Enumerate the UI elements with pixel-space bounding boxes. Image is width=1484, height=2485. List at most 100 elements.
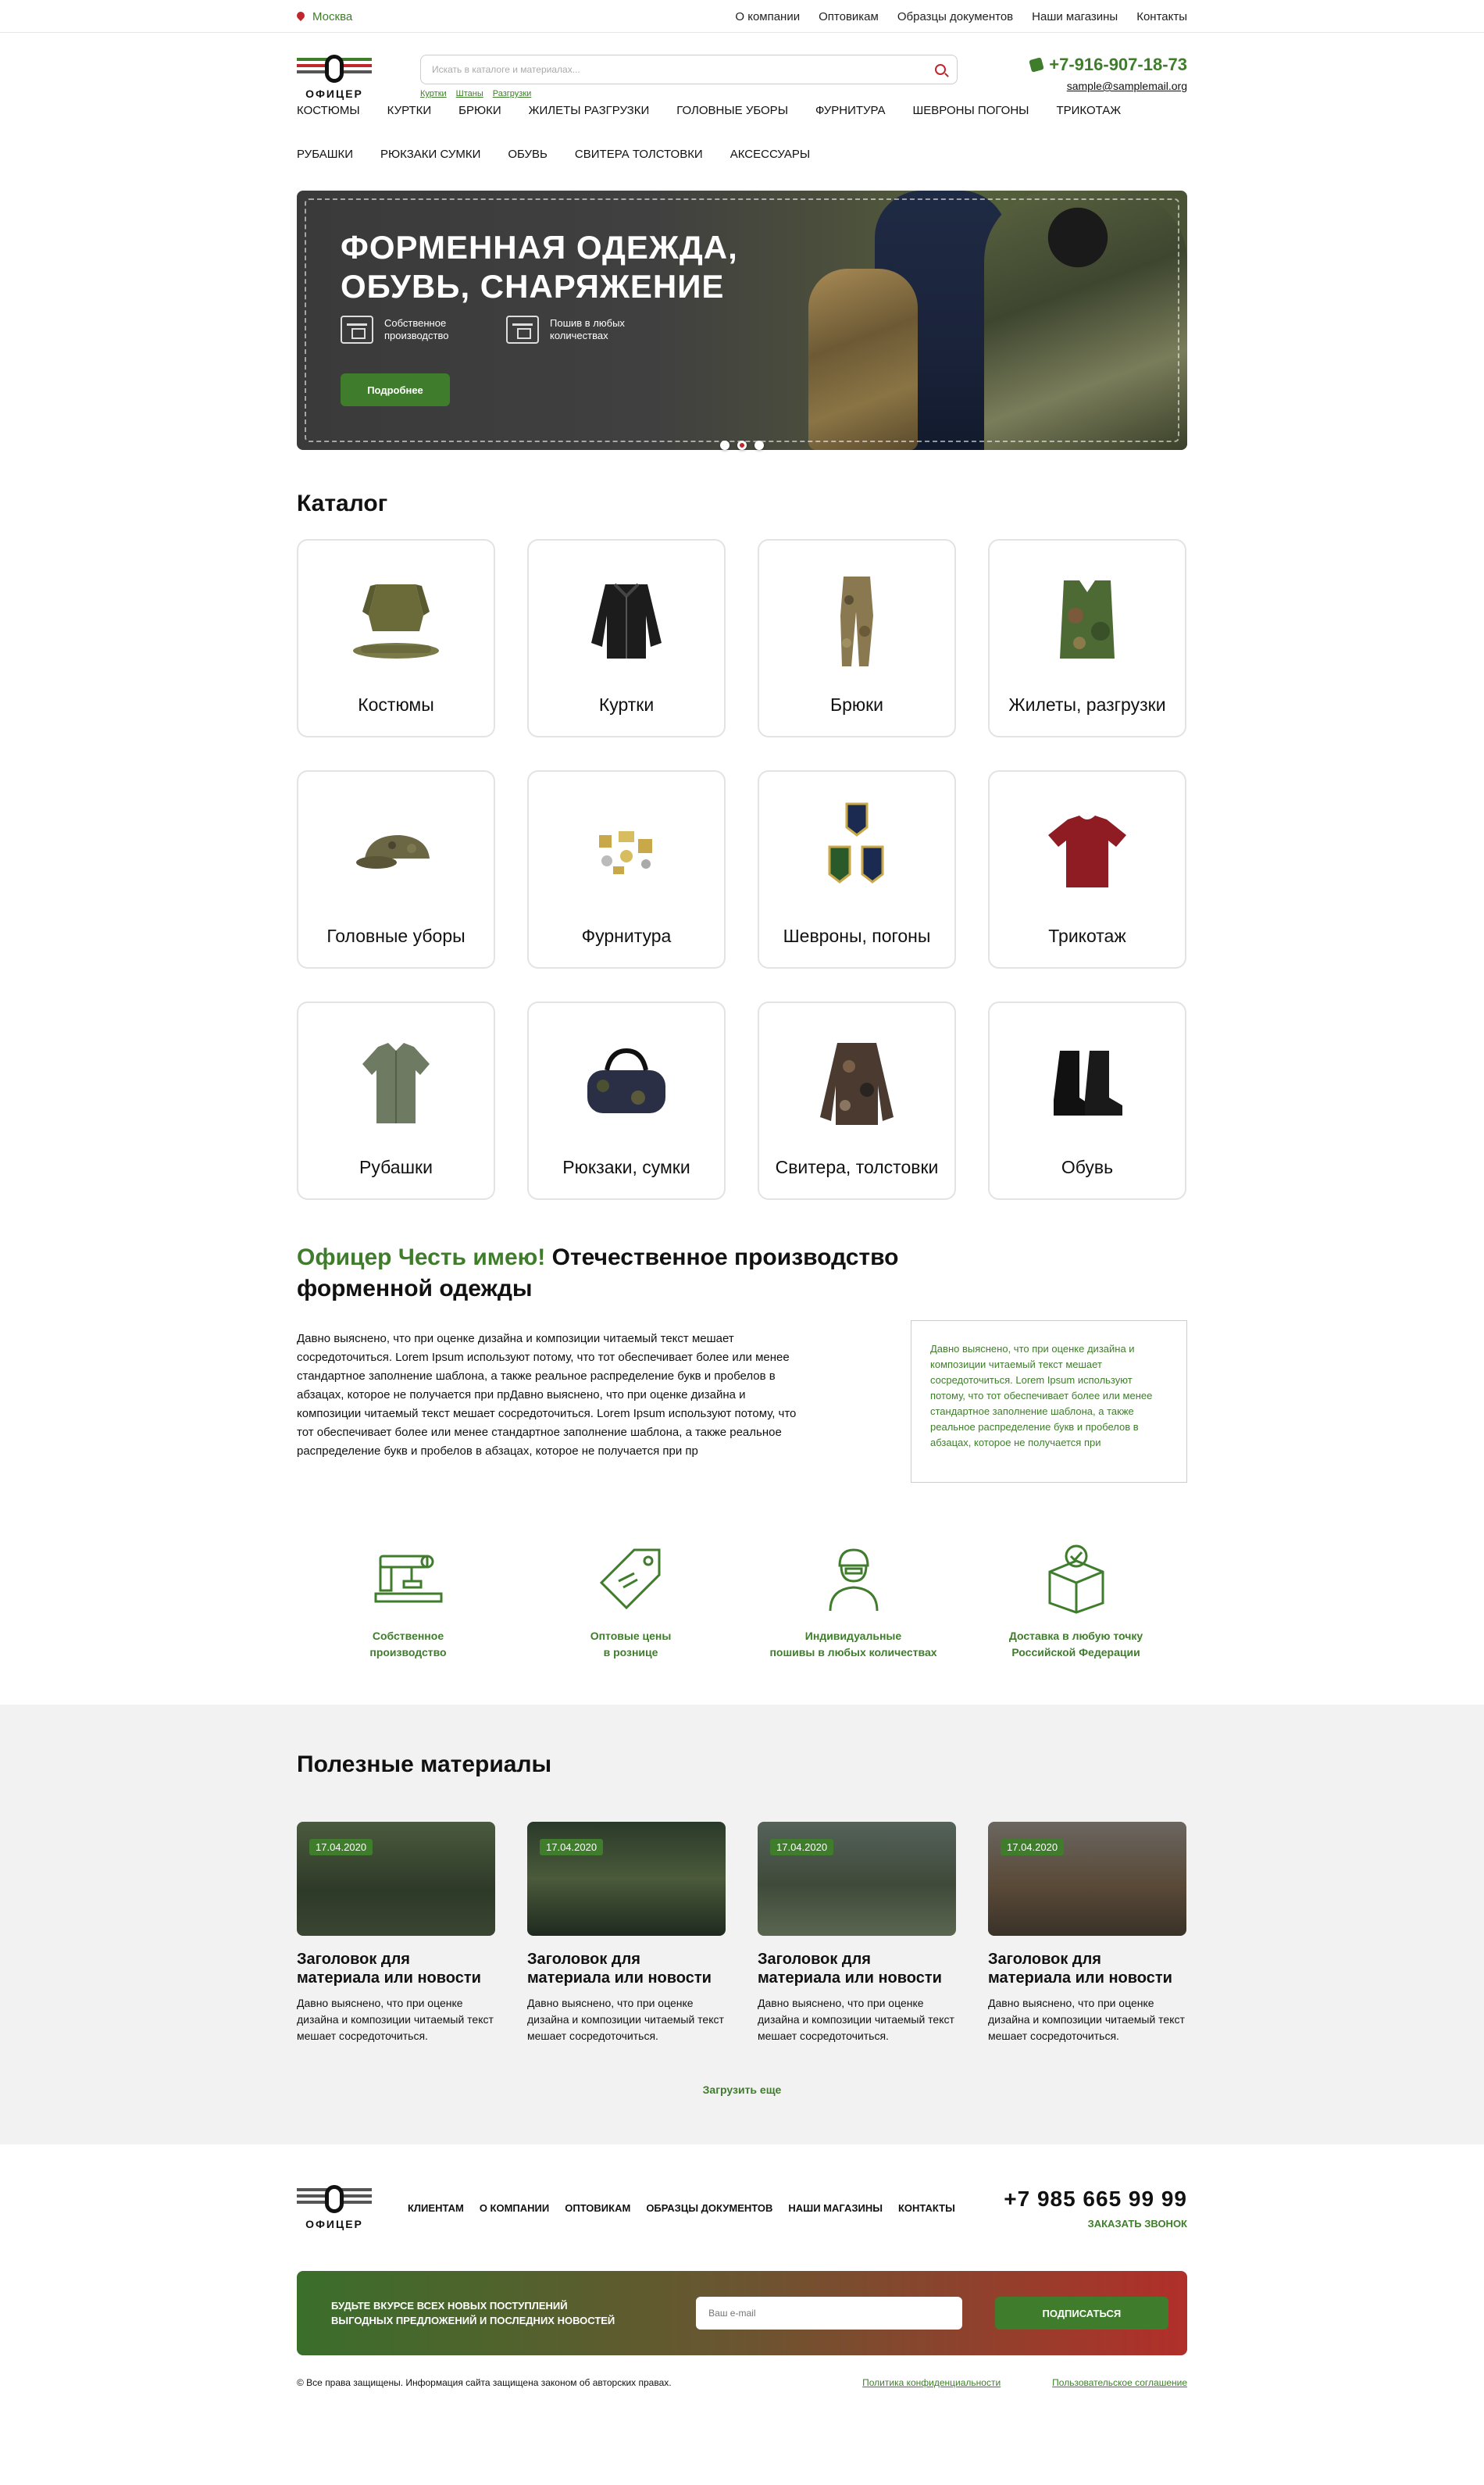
footer-top: ОФИЦЕР Клиентам О компании Оптовикам Обр… bbox=[297, 2185, 1187, 2230]
material-title[interactable]: Заголовок для материала или новости bbox=[758, 1950, 956, 1987]
nav-item-shirts[interactable]: Рубашки bbox=[297, 148, 353, 161]
catalog-card-fittings[interactable]: Фурнитура bbox=[527, 770, 726, 969]
main-nav: Костюмы Куртки Брюки Жилеты разгрузки Го… bbox=[297, 102, 1187, 161]
catalog-card-footwear[interactable]: Обувь bbox=[988, 1001, 1186, 1200]
catalog-card-knitwear[interactable]: Трикотаж bbox=[988, 770, 1186, 969]
material-title[interactable]: Заголовок для материала или новости bbox=[297, 1950, 495, 1987]
boots-icon bbox=[1036, 1031, 1138, 1133]
material-card[interactable]: 17.04.2020 Заголовок для материала или н… bbox=[758, 1822, 956, 2044]
benefit-label: Доставка в любую точку Российской Федера… bbox=[1008, 1630, 1143, 1658]
load-more-button[interactable]: Загрузить еще bbox=[297, 2083, 1187, 2096]
nav-item-patches[interactable]: Шевроны погоны bbox=[913, 105, 1029, 117]
search-hint[interactable]: Куртки bbox=[420, 89, 447, 98]
hero-more-button[interactable]: Подробнее bbox=[341, 373, 450, 406]
vest-icon bbox=[1036, 569, 1138, 670]
slider-dot[interactable] bbox=[720, 441, 730, 450]
material-title[interactable]: Заголовок для материала или новости bbox=[988, 1950, 1186, 1987]
search-field[interactable] bbox=[420, 55, 958, 84]
nav-item-sweaters[interactable]: Свитера толстовки bbox=[575, 148, 703, 161]
nav-item-suits[interactable]: Костюмы bbox=[297, 105, 360, 117]
footer-nav-documents[interactable]: Образцы документов bbox=[646, 2202, 772, 2214]
copyright: © Все права защищены. Информация сайта з… bbox=[297, 2377, 672, 2388]
catalog-grid: Костюмы Куртки Брюки Жилеты, разгрузки Г… bbox=[297, 539, 1187, 1200]
material-card[interactable]: 17.04.2020 Заголовок для материала или н… bbox=[297, 1822, 495, 2044]
material-card[interactable]: 17.04.2020 Заголовок для материала или н… bbox=[527, 1822, 726, 2044]
nav-item-vests[interactable]: Жилеты разгрузки bbox=[529, 105, 650, 117]
search-hint[interactable]: Разгрузки bbox=[493, 89, 532, 98]
catalog-card-jackets[interactable]: Куртки bbox=[527, 539, 726, 737]
city-selector[interactable]: Москва bbox=[297, 10, 352, 23]
city-label: Москва bbox=[312, 9, 353, 23]
footer-nav-clients[interactable]: Клиентам bbox=[408, 2202, 464, 2214]
nav-item-fittings[interactable]: Фурнитура bbox=[815, 105, 886, 117]
search-input[interactable] bbox=[432, 64, 935, 75]
search-hint[interactable]: Штаны bbox=[456, 89, 483, 98]
footer-nav-stores[interactable]: Наши магазины bbox=[788, 2202, 883, 2214]
about-row: Давно выяснено, что при оценке дизайна и… bbox=[297, 1320, 1187, 1483]
catalog-card-vests[interactable]: Жилеты, разгрузки bbox=[988, 539, 1186, 737]
agreement-link[interactable]: Пользовательское соглашение bbox=[1052, 2377, 1187, 2388]
catalog-card-label: Рубашки bbox=[359, 1157, 433, 1177]
catalog-card-label: Куртки bbox=[598, 694, 655, 715]
header-email[interactable]: sample@samplemail.org bbox=[1030, 80, 1187, 92]
catalog-card-bags[interactable]: Рюкзаки, сумки bbox=[527, 1001, 726, 1200]
nav-item-jackets[interactable]: Куртки bbox=[387, 105, 431, 117]
suit-icon bbox=[345, 569, 447, 670]
top-bar: Москва О компании Оптовикам Образцы доку… bbox=[0, 0, 1484, 33]
nav-item-headwear[interactable]: Головные уборы bbox=[676, 105, 788, 117]
nav-item-accessories[interactable]: Аксессуары bbox=[730, 148, 810, 161]
catalog-card-suits[interactable]: Костюмы bbox=[297, 539, 495, 737]
footer-nav-contacts[interactable]: Контакты bbox=[898, 2202, 955, 2214]
benefit-label: Собственное производство bbox=[369, 1630, 447, 1658]
header-phone[interactable]: +7-916-907-18-73 bbox=[1029, 55, 1187, 75]
catalog-card-patches[interactable]: Шевроны, погоны bbox=[758, 770, 956, 969]
hero-banner: ФОРМЕННАЯ ОДЕЖДА, ОБУВЬ, СНАРЯЖЕНИЕ Собс… bbox=[297, 191, 1187, 450]
nav-item-trousers[interactable]: Брюки bbox=[458, 105, 501, 117]
about-title: Офицер Честь имею! Отечественное произво… bbox=[297, 1242, 937, 1305]
catalog-card-trousers[interactable]: Брюки bbox=[758, 539, 956, 737]
subscribe-email-input[interactable] bbox=[696, 2297, 962, 2330]
top-nav-documents[interactable]: Образцы документов bbox=[897, 10, 1013, 23]
hero-feature-label: Собственное производство bbox=[384, 317, 449, 341]
slider-dot-active[interactable] bbox=[737, 441, 747, 450]
nav-item-knitwear[interactable]: Трикотаж bbox=[1056, 105, 1121, 117]
patches-icon bbox=[806, 800, 908, 902]
search-hints: Куртки Штаны Разгрузки bbox=[420, 89, 958, 98]
privacy-link[interactable]: Политика конфиденциальности bbox=[862, 2377, 1001, 2388]
nav-item-bags[interactable]: Рюкзаки сумки bbox=[380, 148, 480, 161]
search-icon[interactable] bbox=[935, 64, 946, 75]
slider-dot[interactable] bbox=[754, 441, 764, 450]
catalog-card-headwear[interactable]: Головные уборы bbox=[297, 770, 495, 969]
soldier-icon bbox=[818, 1542, 890, 1614]
jacket-icon bbox=[576, 569, 677, 670]
logo[interactable]: ОФИЦЕР bbox=[297, 55, 372, 100]
hero-feature: Собственное производство bbox=[341, 316, 473, 344]
top-nav-wholesale[interactable]: Оптовикам bbox=[819, 10, 879, 23]
catalog-card-shirts[interactable]: Рубашки bbox=[297, 1001, 495, 1200]
material-date: 17.04.2020 bbox=[1001, 1839, 1065, 1855]
material-date: 17.04.2020 bbox=[309, 1839, 373, 1855]
nav-item-footwear[interactable]: Обувь bbox=[508, 148, 548, 161]
top-nav-stores[interactable]: Наши магазины bbox=[1032, 10, 1118, 23]
catalog-card-sweaters[interactable]: Свитера, толстовки bbox=[758, 1001, 956, 1200]
material-image[interactable]: 17.04.2020 bbox=[758, 1822, 956, 1936]
logo-text: ОФИЦЕР bbox=[305, 87, 363, 100]
material-text: Давно выяснено, что при оценке дизайна и… bbox=[988, 1997, 1185, 2042]
material-image[interactable]: 17.04.2020 bbox=[297, 1822, 495, 1936]
material-title[interactable]: Заголовок для материала или новости bbox=[527, 1950, 726, 1987]
material-card[interactable]: 17.04.2020 Заголовок для материала или н… bbox=[988, 1822, 1186, 2044]
footer-nav-wholesale[interactable]: Оптовикам bbox=[565, 2202, 630, 2214]
subscribe-button[interactable]: Подписаться bbox=[994, 2297, 1168, 2330]
top-nav-contacts[interactable]: Контакты bbox=[1136, 10, 1187, 23]
footer-logo[interactable]: ОФИЦЕР bbox=[297, 2185, 372, 2230]
top-nav-about[interactable]: О компании bbox=[735, 10, 800, 23]
legal-links: Политика конфиденциальности Пользователь… bbox=[862, 2377, 1187, 2388]
footer-phone[interactable]: +7 985 665 99 99 bbox=[1004, 2187, 1187, 2212]
footer-nav-about[interactable]: О компании bbox=[480, 2202, 549, 2214]
hero-features: Собственное производство Пошив в любых к… bbox=[341, 316, 639, 344]
about-text: Давно выяснено, что при оценке дизайна и… bbox=[297, 1332, 797, 1458]
material-image[interactable]: 17.04.2020 bbox=[527, 1822, 726, 1936]
material-image[interactable]: 17.04.2020 bbox=[988, 1822, 1186, 1936]
callback-link[interactable]: Заказать звонок bbox=[1004, 2218, 1187, 2230]
benefit-item: Доставка в любую точку Российской Федера… bbox=[965, 1542, 1187, 1661]
